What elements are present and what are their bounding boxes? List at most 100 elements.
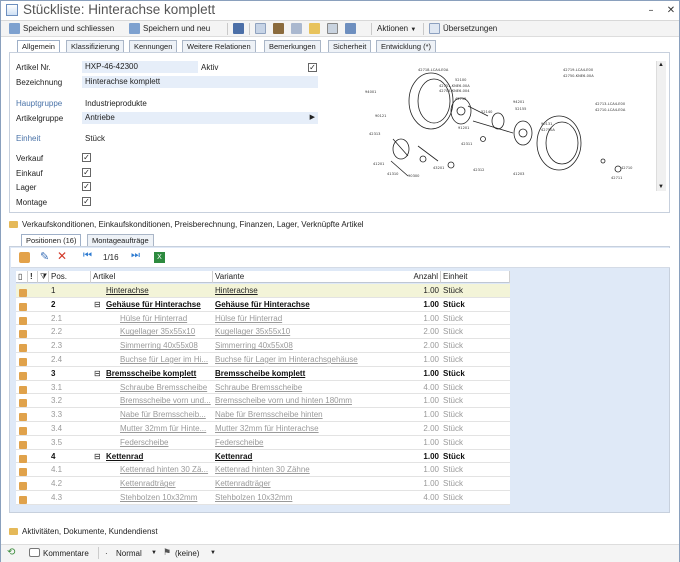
cell-variant[interactable]: Schraube Bremsscheibe bbox=[215, 381, 385, 395]
delete-icon[interactable]: ✕ bbox=[57, 249, 67, 263]
priority-value[interactable]: Normal bbox=[116, 549, 142, 558]
tab-montageauftraege[interactable]: Montageaufträge bbox=[87, 234, 154, 246]
cell-variant[interactable]: Buchse für Lager im Hinterachsgehäuse bbox=[215, 353, 385, 367]
cell-article[interactable]: Buchse für Lager im Hi... bbox=[120, 353, 212, 367]
table-row[interactable]: 3.3 Nabe für Bremsscheib... Nabe für Brems… bbox=[16, 408, 510, 422]
cell-article[interactable]: Stehbolzen 10x32mm bbox=[120, 491, 212, 505]
cell-variant[interactable]: Nabe für Bremsscheibe hinten bbox=[215, 408, 385, 422]
first-page-icon[interactable]: ⏮ bbox=[83, 250, 92, 261]
table-row[interactable]: 3.4 Mutter 32mm für Hinte... Mutter 32mm f… bbox=[16, 421, 510, 436]
save-button[interactable] bbox=[233, 22, 247, 36]
table-row[interactable]: 2 ⊟ Gehäuse für Hinterachse Gehäuse für Hin… bbox=[16, 297, 510, 312]
copy-button[interactable] bbox=[255, 22, 269, 36]
collapse-icon[interactable]: ⊟ bbox=[94, 450, 102, 464]
cell-article[interactable]: Nabe für Bremsscheib... bbox=[120, 408, 212, 422]
flag-stock-checkbox[interactable]: ✓ bbox=[82, 182, 91, 191]
sales-section[interactable]: Verkaufskonditionen, Einkaufskonditionen… bbox=[9, 219, 364, 230]
attach-button[interactable] bbox=[291, 22, 305, 36]
cell-variant[interactable]: Mutter 32mm für Hinterachse bbox=[215, 422, 385, 436]
header-article[interactable]: Artikel bbox=[91, 271, 213, 283]
table-row[interactable]: 3 ⊟ Bremsscheibe komplett Bremsscheibe komp… bbox=[16, 366, 510, 381]
cell-article[interactable]: Kugellager 35x55x10 bbox=[120, 325, 212, 339]
cell-variant[interactable]: Kettenrad hinten 30 Zähne bbox=[215, 463, 385, 477]
scroll-up-icon[interactable]: ▲ bbox=[658, 62, 664, 68]
header-unit[interactable]: Einheit bbox=[441, 271, 510, 283]
cell-variant[interactable]: Hinterachse bbox=[215, 284, 385, 298]
table-row[interactable]: 4 ⊟ Kettenrad Kettenrad 1.00 Stück bbox=[16, 449, 510, 464]
refresh-icon[interactable]: ⟲ bbox=[7, 547, 15, 558]
scroll-down-icon[interactable]: ▼ bbox=[658, 184, 664, 190]
cell-article[interactable]: Simmerring 40x55x08 bbox=[120, 339, 212, 353]
cell-article[interactable]: Mutter 32mm für Hinte... bbox=[120, 422, 212, 436]
save-close-button[interactable]: Speichern und schliessen bbox=[9, 22, 114, 36]
cell-variant[interactable]: Federscheibe bbox=[215, 436, 385, 450]
activities-section[interactable]: Aktivitäten, Dokumente, Kundendienst bbox=[9, 526, 158, 537]
cell-variant[interactable]: Gehäuse für Hinterachse bbox=[215, 298, 385, 312]
cell-article[interactable]: Hülse für Hinterrad bbox=[120, 312, 212, 326]
cell-variant[interactable]: Hülse für Hinterrad bbox=[215, 312, 385, 326]
cell-article[interactable]: Hinterachse bbox=[106, 284, 212, 298]
fax-button[interactable] bbox=[345, 22, 359, 36]
tab-klassifizierung[interactable]: Klassifizierung bbox=[66, 40, 125, 52]
cell-article[interactable]: Kettenrad hinten 30 Zä... bbox=[120, 463, 212, 477]
cell-variant[interactable]: Stehbolzen 10x32mm bbox=[215, 491, 385, 505]
comments-button[interactable]: Kommentare bbox=[43, 549, 89, 558]
preview-button[interactable] bbox=[327, 22, 341, 36]
filter-icon[interactable]: ⧩ bbox=[38, 271, 49, 283]
cell-article[interactable]: Bremsscheibe vorn und... bbox=[120, 394, 212, 408]
cell-variant[interactable]: Kettenrad bbox=[215, 450, 385, 464]
table-row[interactable]: 3.5 Federscheibe Federscheibe 1.00 Stück bbox=[16, 435, 510, 450]
next-page-icon[interactable]: ⏭ bbox=[131, 250, 140, 261]
table-row[interactable]: 1 Hinterachse Hinterachse 1.00 Stück bbox=[16, 284, 510, 298]
print-button[interactable] bbox=[273, 22, 287, 36]
flag-assembly-checkbox[interactable]: ✓ bbox=[82, 197, 91, 206]
email-button[interactable] bbox=[309, 22, 323, 36]
cell-variant[interactable]: Kugellager 35x55x10 bbox=[215, 325, 385, 339]
cell-article[interactable]: Kettenradträger bbox=[120, 477, 212, 491]
close-icon[interactable]: ✕ bbox=[665, 5, 677, 16]
cell-article[interactable]: Gehäuse für Hinterachse bbox=[106, 298, 212, 312]
collapse-icon[interactable]: ⊟ bbox=[94, 298, 102, 312]
tab-bemerkungen[interactable]: Bemerkungen bbox=[264, 40, 321, 52]
excel-export-icon[interactable]: X bbox=[154, 252, 165, 263]
tab-kennungen[interactable]: Kennungen bbox=[129, 40, 178, 52]
cell-variant[interactable]: Bremsscheibe vorn und hinten 180mm bbox=[215, 394, 385, 408]
chevron-down-icon[interactable]: ▼ bbox=[151, 550, 157, 556]
collapse-icon[interactable]: ⊟ bbox=[94, 367, 102, 381]
article-no-field[interactable]: HXP-46-42300 bbox=[82, 61, 198, 73]
cell-article[interactable]: Bremsscheibe komplett bbox=[106, 367, 212, 381]
cell-article[interactable]: Schraube Bremsscheibe bbox=[120, 381, 212, 395]
tab-weitere-relationen[interactable]: Weitere Relationen bbox=[182, 40, 256, 52]
table-row[interactable]: 2.4 Buchse für Lager im Hi... Buchse für L… bbox=[16, 352, 510, 367]
minimize-icon[interactable]: – bbox=[645, 5, 657, 16]
table-row[interactable]: 2.3 Simmerring 40x55x08 Simmerring 40x55x0… bbox=[16, 339, 510, 353]
cell-article[interactable]: Federscheibe bbox=[120, 436, 212, 450]
table-row[interactable]: 2.1 Hülse für Hinterrad Hülse für Hinterra… bbox=[16, 311, 510, 326]
drawing-scrollbar[interactable]: ▲ ▼ bbox=[656, 61, 666, 191]
name-field[interactable]: Hinterachse komplett bbox=[82, 76, 318, 88]
save-new-button[interactable]: Speichern und neu bbox=[129, 22, 210, 36]
header-pos[interactable]: Pos. bbox=[49, 271, 91, 283]
actions-menu[interactable]: Aktionen ▼ bbox=[377, 22, 416, 36]
article-group-select[interactable]: Antriebe ▶ bbox=[82, 112, 318, 124]
table-row[interactable]: 4.3 Stehbolzen 10x32mm Stehbolzen 10x32mm 4… bbox=[16, 490, 510, 505]
cell-variant[interactable]: Simmerring 40x55x08 bbox=[215, 339, 385, 353]
table-row[interactable]: 4.2 Kettenradträger Kettenradträger 1.00 Stü… bbox=[16, 477, 510, 491]
cell-variant[interactable]: Kettenradträger bbox=[215, 477, 385, 491]
flag-sales-checkbox[interactable]: ✓ bbox=[82, 153, 91, 162]
tab-entwicklung[interactable]: Entwicklung (*) bbox=[376, 40, 437, 52]
header-qty[interactable]: Anzahl bbox=[387, 271, 441, 283]
translations-button[interactable]: Übersetzungen bbox=[429, 22, 497, 36]
chevron-down-icon[interactable]: ▼ bbox=[210, 550, 216, 556]
table-row[interactable]: 3.1 Schraube Bremsscheibe Schraube Bremssc… bbox=[16, 380, 510, 395]
table-row[interactable]: 2.2 Kugellager 35x55x10 Kugellager 35x55x1… bbox=[16, 325, 510, 340]
add-row-icon[interactable] bbox=[19, 252, 30, 263]
tab-sicherheit[interactable]: Sicherheit bbox=[328, 40, 372, 52]
table-row[interactable]: 3.2 Bremsscheibe vorn und... Bremsscheibe … bbox=[16, 394, 510, 409]
cell-variant[interactable]: Bremsscheibe komplett bbox=[215, 367, 385, 381]
active-checkbox[interactable]: ✓ bbox=[308, 63, 317, 72]
cell-article[interactable]: Kettenrad bbox=[106, 450, 212, 464]
flag-value[interactable]: (keine) bbox=[175, 549, 199, 558]
flag-purchase-checkbox[interactable]: ✓ bbox=[82, 168, 91, 177]
table-row[interactable]: 4.1 Kettenrad hinten 30 Zä... Kettenrad hi… bbox=[16, 463, 510, 478]
